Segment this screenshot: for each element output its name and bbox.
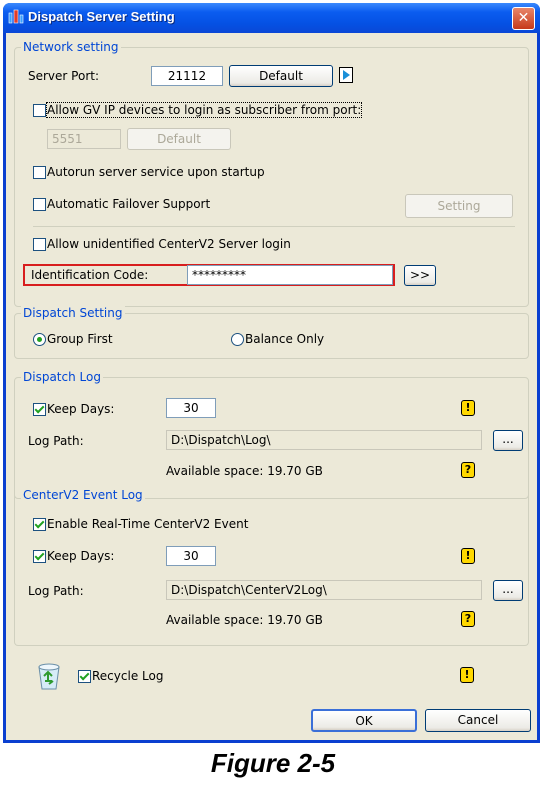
figure-caption: Figure 2-5	[210, 748, 336, 778]
balance-only-label: Balance Only	[245, 332, 325, 346]
server-port-input[interactable]: 21112	[151, 66, 223, 86]
gv-port-input[interactable]: 5551	[47, 129, 121, 149]
dispatch-setting-group: Dispatch Setting Group First Balance Onl…	[14, 306, 529, 359]
arrow-right-icon[interactable]	[339, 67, 353, 83]
recycle-bin-icon	[38, 663, 60, 690]
dispatch-log-path-label: Log Path:	[28, 434, 84, 448]
dispatch-available-space: Available space: 19.70 GB	[166, 464, 323, 478]
event-keep-days-checkbox[interactable]	[33, 550, 46, 563]
dispatch-help-icon[interactable]: ?	[461, 462, 475, 478]
event-keep-days-warning-icon[interactable]: !	[461, 548, 475, 564]
network-setting-group: Network setting Server Port: 21112 Defau…	[14, 40, 529, 307]
identification-expand-button[interactable]: >>	[404, 265, 436, 286]
server-port-default-button[interactable]: Default	[229, 65, 333, 87]
dispatch-setting-legend: Dispatch Setting	[21, 306, 125, 320]
recycle-log-checkbox[interactable]	[78, 670, 91, 683]
event-log-path-input[interactable]: D:\Dispatch\CenterV2Log\	[166, 580, 482, 600]
identification-code-input[interactable]: *********	[187, 265, 393, 285]
failover-setting-button[interactable]: Setting	[405, 194, 513, 218]
group-first-label: Group First	[47, 332, 113, 346]
balance-only-radio[interactable]	[231, 333, 244, 346]
failover-checkbox[interactable]	[33, 198, 46, 211]
close-button[interactable]: ✕	[512, 7, 535, 30]
dispatch-keep-days-label: Keep Days:	[47, 402, 115, 416]
event-available-space: Available space: 19.70 GB	[166, 613, 323, 627]
enable-realtime-event-label: Enable Real-Time CenterV2 Event	[47, 517, 249, 531]
cancel-button[interactable]: Cancel	[425, 709, 531, 732]
dispatch-keep-days-input[interactable]: 30	[166, 398, 216, 418]
recycle-log-label: Recycle Log	[92, 669, 164, 683]
network-separator	[33, 226, 515, 227]
event-log-browse-button[interactable]: ...	[493, 580, 523, 601]
dialog-window: Dispatch Server Setting ✕ Network settin…	[3, 3, 540, 743]
title-bar[interactable]: Dispatch Server Setting ✕	[3, 3, 540, 33]
failover-label: Automatic Failover Support	[47, 197, 211, 211]
dispatch-log-path-input[interactable]: D:\Dispatch\Log\	[166, 430, 482, 450]
enable-realtime-event-checkbox[interactable]	[33, 518, 46, 531]
autorun-checkbox[interactable]	[33, 166, 46, 179]
network-setting-legend: Network setting	[21, 40, 121, 54]
allow-unidentified-checkbox[interactable]	[33, 238, 46, 251]
recycle-log-warning-icon[interactable]: !	[460, 667, 474, 683]
event-log-legend: CenterV2 Event Log	[21, 488, 145, 502]
window-title: Dispatch Server Setting	[28, 9, 175, 24]
event-log-path-label: Log Path:	[28, 584, 84, 598]
event-keep-days-label: Keep Days:	[47, 549, 115, 563]
event-keep-days-input[interactable]: 30	[166, 546, 216, 566]
identification-code-label: Identification Code:	[31, 268, 149, 282]
dispatch-keep-days-checkbox[interactable]	[33, 403, 46, 416]
app-icon	[8, 9, 24, 24]
dispatch-log-browse-button[interactable]: ...	[493, 430, 523, 451]
autorun-label: Autorun server service upon startup	[47, 165, 265, 179]
dialog-client: Network setting Server Port: 21112 Defau…	[6, 33, 537, 740]
allow-unidentified-label: Allow unidentified CenterV2 Server login	[47, 237, 291, 251]
dispatch-log-legend: Dispatch Log	[21, 370, 103, 384]
dispatch-keep-days-warning-icon[interactable]: !	[461, 400, 475, 416]
event-help-icon[interactable]: ?	[461, 611, 475, 627]
allow-gv-label: Allow GV IP devices to login as subscrib…	[45, 102, 363, 118]
dispatch-log-group: Dispatch Log Keep Days: 30 ! Log Path: D…	[14, 370, 529, 499]
server-port-label: Server Port:	[28, 69, 99, 83]
ok-button[interactable]: OK	[311, 709, 417, 732]
gv-port-default-button[interactable]: Default	[127, 128, 231, 150]
group-first-radio[interactable]	[33, 333, 46, 346]
event-log-group: CenterV2 Event Log Enable Real-Time Cent…	[14, 488, 529, 646]
allow-gv-checkbox[interactable]	[33, 104, 46, 117]
